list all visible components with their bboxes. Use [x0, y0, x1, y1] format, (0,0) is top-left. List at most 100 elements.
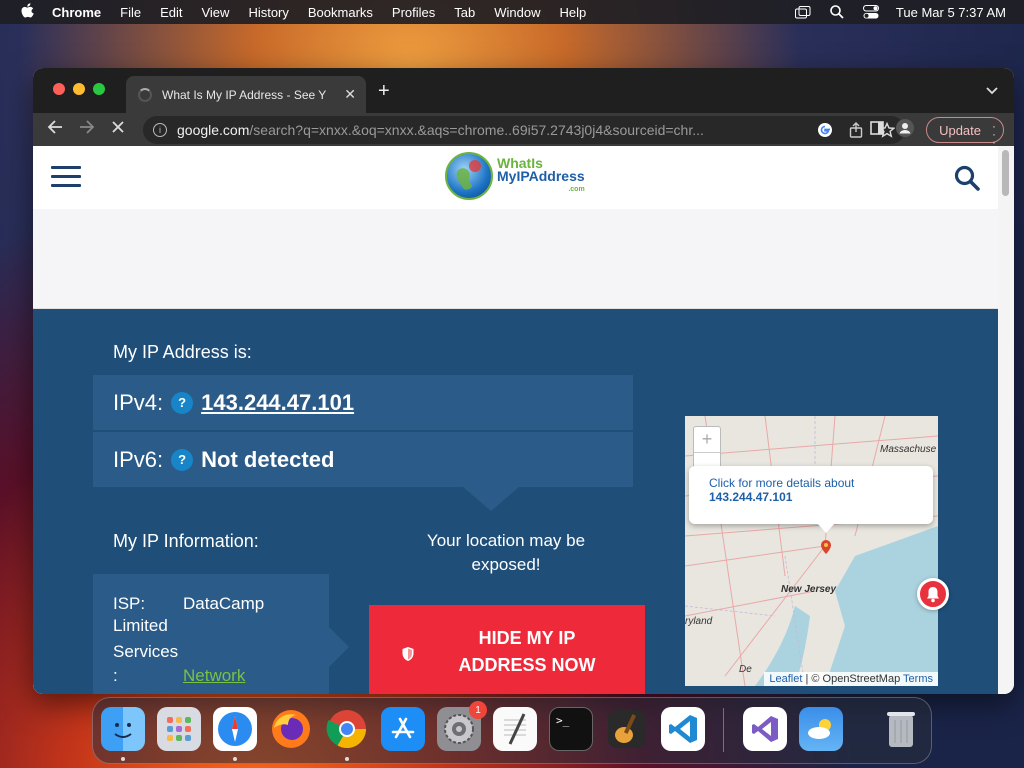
ipv6-label: IPv6:	[113, 446, 164, 472]
web-page: WhatIs MyIPAddress .com My IP Address is…	[33, 146, 998, 694]
minimize-window-button[interactable]	[73, 83, 85, 95]
ipv4-value-link[interactable]: 143.244.47.101	[201, 390, 354, 416]
screen-mirroring-icon[interactable]	[794, 5, 812, 19]
tab-search-chevron-icon[interactable]	[986, 82, 998, 98]
profile-avatar-icon[interactable]	[896, 118, 915, 142]
isp-key: ISP:	[113, 594, 146, 613]
notification-bell-icon[interactable]	[917, 578, 949, 610]
hide-button-line1: HIDE MY IP	[478, 628, 576, 648]
stop-loading-icon[interactable]	[111, 120, 125, 139]
map-terms-link[interactable]: Terms	[903, 673, 933, 685]
kebab-menu-icon[interactable]: · · ·	[992, 120, 996, 148]
control-center-icon[interactable]	[862, 5, 880, 19]
osm-attribution[interactable]: | © OpenStreetMap	[805, 673, 900, 685]
map-label-delaware: De	[739, 664, 752, 675]
menubar-clock[interactable]: Tue Mar 5 7:37 AM	[896, 5, 1006, 20]
page-scrollbar[interactable]	[998, 146, 1014, 694]
dock-weather-icon[interactable]	[799, 707, 843, 751]
map-popup[interactable]: Click for more details about 143.244.47.…	[689, 466, 933, 524]
google-lens-icon[interactable]	[817, 122, 833, 141]
site-search-icon[interactable]	[954, 165, 980, 191]
menu-history[interactable]: History	[248, 5, 288, 20]
new-tab-button[interactable]: +	[378, 80, 390, 103]
dock-system-settings-icon[interactable]: 1	[437, 701, 487, 751]
menu-window[interactable]: Window	[494, 5, 540, 20]
isp-value-line1: DataCamp	[183, 594, 265, 613]
dock-chrome-running-dot	[345, 757, 349, 761]
logo-text-com: .com	[568, 185, 585, 193]
browser-window: What Is My IP Address - See Y ✕ + i goog…	[33, 68, 1014, 694]
menu-tab[interactable]: Tab	[454, 5, 475, 20]
window-controls	[53, 83, 105, 95]
dock-app-store-icon[interactable]	[381, 707, 425, 751]
ad-placeholder	[33, 209, 998, 309]
update-label: Update	[939, 122, 981, 138]
menu-view[interactable]: View	[201, 5, 229, 20]
side-panel-icon[interactable]	[870, 120, 884, 140]
apple-menu-icon[interactable]	[18, 2, 36, 22]
dock-textedit-icon[interactable]	[493, 707, 537, 751]
ipv4-help-icon[interactable]: ?	[171, 391, 194, 414]
settings-notification-badge: 1	[469, 701, 487, 719]
forward-arrow-icon[interactable]	[79, 120, 95, 139]
address-bar[interactable]: i google.com /search?q=xnxx.&oq=xnxx.&aq…	[143, 116, 905, 144]
ipv6-help-icon[interactable]: ?	[171, 448, 194, 471]
dock-trash-icon[interactable]	[879, 707, 923, 751]
menu-file[interactable]: File	[120, 5, 141, 20]
isp-value-line2: Limited	[113, 616, 168, 635]
ip-hero-section: My IP Address is: IPv4: ? 143.244.47.101…	[33, 309, 998, 694]
dock-safari-running-dot	[233, 757, 237, 761]
tab-title: What Is My IP Address - See Y	[162, 87, 327, 102]
menu-help[interactable]: Help	[560, 5, 587, 20]
ip-information-heading: My IP Information:	[113, 531, 259, 551]
location-map[interactable]: + - Massachuse Click for more details ab…	[685, 416, 938, 686]
close-window-button[interactable]	[53, 83, 65, 95]
dock-chrome-icon[interactable]	[325, 707, 369, 751]
map-zoom-in-button[interactable]: +	[694, 427, 720, 453]
share-icon[interactable]	[849, 122, 863, 141]
browser-toolbar: i google.com /search?q=xnxx.&oq=xnxx.&aq…	[33, 113, 1014, 148]
hide-my-ip-button[interactable]: HIDE MY IP ADDRESS NOW	[369, 605, 645, 694]
menu-profiles[interactable]: Profiles	[392, 5, 435, 20]
map-location-pin-icon[interactable]	[821, 540, 831, 554]
dock-terminal-icon[interactable]: >_	[549, 707, 593, 751]
ipv4-row: IPv4: ? 143.244.47.101	[93, 375, 633, 430]
map-popup-ip: 143.244.47.101	[709, 490, 793, 504]
menu-bookmarks[interactable]: Bookmarks	[308, 5, 373, 20]
menu-edit[interactable]: Edit	[160, 5, 182, 20]
tab-close-icon[interactable]: ✕	[344, 86, 356, 103]
dock-launchpad-icon[interactable]	[157, 707, 201, 751]
map-label-new-jersey: New Jersey	[781, 584, 837, 595]
site-logo[interactable]: WhatIs MyIPAddress .com	[445, 152, 585, 200]
dock-firefox-icon[interactable]	[269, 707, 313, 751]
url-path: /search?q=xnxx.&oq=xnxx.&aqs=chrome..69i…	[249, 122, 704, 138]
menu-app-name[interactable]: Chrome	[52, 5, 101, 20]
dock-finder-icon[interactable]	[101, 707, 145, 751]
shield-icon	[401, 643, 415, 661]
ipv6-value: Not detected	[201, 446, 335, 472]
leaflet-link[interactable]: Leaflet	[769, 673, 802, 685]
terminal-prompt-text: >_	[556, 714, 570, 727]
back-arrow-icon[interactable]	[47, 120, 63, 139]
services-network-link[interactable]: Network	[183, 666, 245, 685]
scrollbar-thumb[interactable]	[1002, 150, 1009, 196]
dock-separator	[723, 708, 724, 752]
menu-bar: Chrome File Edit View History Bookmarks …	[0, 0, 1024, 24]
hamburger-menu-icon[interactable]	[51, 166, 81, 193]
spotlight-search-icon[interactable]	[828, 5, 846, 19]
map-attribution: Leaflet | © OpenStreetMap Terms	[764, 672, 938, 686]
site-info-icon[interactable]: i	[153, 123, 167, 137]
update-chrome-button[interactable]: Update · · ·	[926, 117, 1004, 148]
dock-safari-icon[interactable]	[213, 707, 257, 751]
dock-visual-studio-icon[interactable]	[743, 707, 787, 751]
map-label-massachusetts: Massachuse	[880, 444, 937, 455]
dock-vscode-icon[interactable]	[661, 707, 705, 751]
dock-garageband-icon[interactable]	[605, 707, 649, 751]
zoom-window-button[interactable]	[93, 83, 105, 95]
ip-box-pointer	[463, 487, 519, 511]
tab-strip: What Is My IP Address - See Y ✕ +	[33, 68, 1014, 113]
logo-text-myipaddress: MyIPAddress	[497, 167, 585, 184]
ipv6-row: IPv6: ? Not detected	[93, 432, 633, 487]
browser-tab-active[interactable]: What Is My IP Address - See Y ✕	[126, 76, 366, 113]
site-header: WhatIs MyIPAddress .com	[33, 146, 998, 209]
